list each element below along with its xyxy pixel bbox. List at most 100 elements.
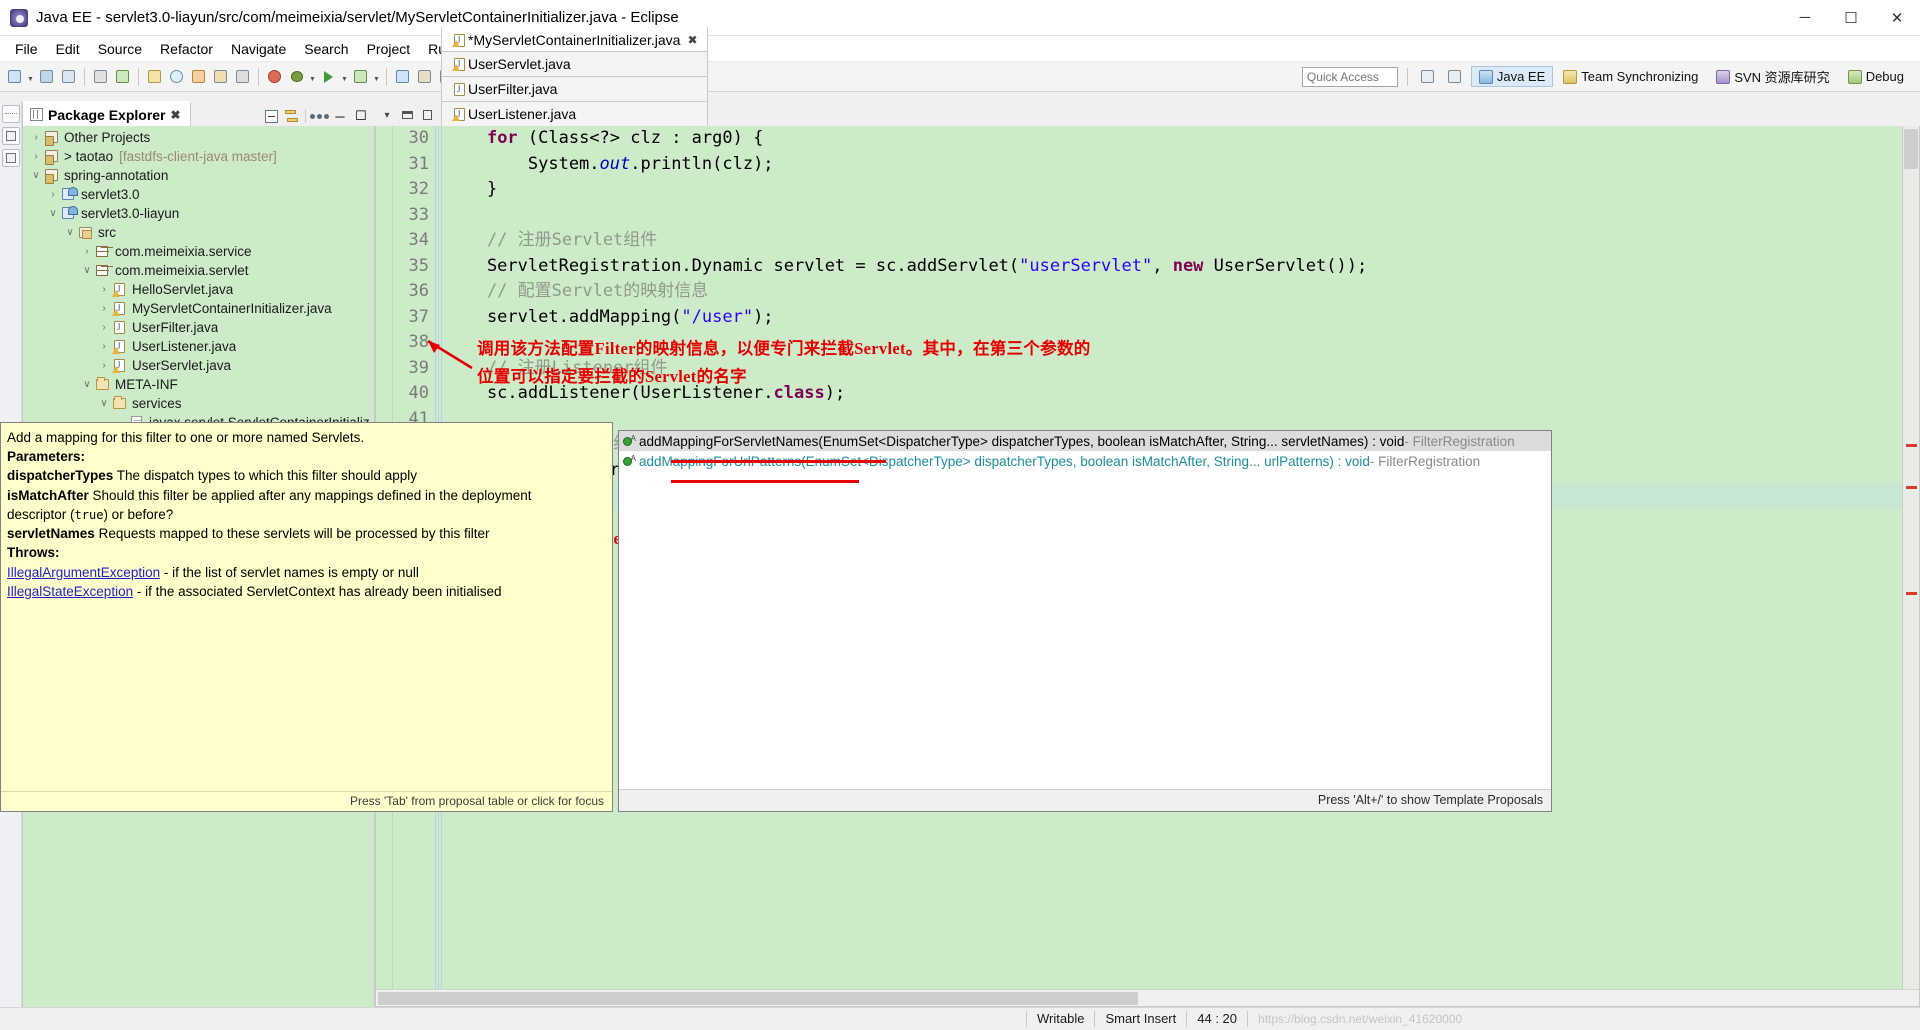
new-dropdown-arrow[interactable]: ▼	[26, 66, 35, 88]
code-line[interactable]: ServletRegistration.Dynamic servlet = sc…	[446, 254, 1901, 280]
proposal-list[interactable]: AaddMappingForServletNames(EnumSet<Dispa…	[619, 431, 1551, 471]
tree-item-userlistener.java[interactable]: › UserListener.java	[23, 337, 374, 356]
minimize-editor-icon[interactable]	[401, 109, 413, 121]
twisty-icon[interactable]: ›	[97, 284, 111, 295]
code-line[interactable]: System.out.println(clz);	[446, 152, 1901, 178]
close-button[interactable]: ✕	[1874, 0, 1920, 36]
twisty-icon[interactable]: ›	[97, 341, 111, 352]
code-line[interactable]	[446, 407, 1901, 433]
publish-icon[interactable]	[112, 66, 133, 88]
run-external-icon[interactable]	[350, 66, 371, 88]
twisty-icon[interactable]: ›	[80, 246, 94, 257]
build-icon[interactable]	[144, 66, 165, 88]
collapse-all-icon[interactable]	[263, 108, 279, 124]
run-dropdown-arrow[interactable]: ▼	[340, 66, 349, 88]
minimize-view-icon[interactable]: ─	[332, 108, 348, 124]
tree-item-src[interactable]: ∨ src	[23, 223, 374, 242]
perspective-svn[interactable]: SVN 资源库研究	[1708, 64, 1837, 89]
editor-tab-myservletcontainerinitializer.java[interactable]: *MyServletContainerInitializer.java ✖	[441, 26, 708, 51]
twisty-icon[interactable]: ∨	[97, 398, 111, 409]
tree-item-userfilter.java[interactable]: › UserFilter.java	[23, 318, 374, 337]
horizontal-scrollbar-thumb[interactable]	[378, 992, 1138, 1005]
new-icon[interactable]	[4, 66, 25, 88]
tree-item-userservlet.java[interactable]: › UserServlet.java	[23, 356, 374, 375]
tree-item-com.meimeixia.service[interactable]: › com.meimeixia.service	[23, 242, 374, 261]
tree-item--taotao[interactable]: › > taotao [fastdfs-client-java master]	[23, 147, 374, 166]
external-dropdown-arrow[interactable]: ▼	[372, 66, 381, 88]
twisty-icon[interactable]: ∨	[80, 265, 94, 276]
close-icon[interactable]: ✖	[171, 108, 181, 122]
perspective-java-ee[interactable]: Java EE	[1470, 66, 1554, 87]
quickfix-icon[interactable]	[210, 66, 231, 88]
perspective-debug[interactable]: Debug	[1840, 66, 1912, 87]
proposal-item[interactable]: AaddMappingForServletNames(EnumSet<Dispa…	[619, 431, 1551, 451]
twisty-icon[interactable]: ›	[29, 151, 43, 162]
twisty-icon[interactable]: ›	[97, 360, 111, 371]
debug-dropdown-arrow[interactable]: ▼	[308, 66, 317, 88]
package-explorer-shortcut-icon[interactable]	[1, 127, 20, 145]
editor-tab-userfilter.java[interactable]: UserFilter.java	[441, 76, 708, 101]
error-marker[interactable]	[1906, 486, 1917, 489]
run-icon[interactable]	[318, 66, 339, 88]
code-line[interactable]: }	[446, 177, 1901, 203]
tab-package-explorer[interactable]: Package Explorer ✖	[22, 101, 191, 126]
code-line[interactable]: for (Class<?> clz : arg0) {	[446, 126, 1901, 152]
twisty-icon[interactable]: ›	[97, 303, 111, 314]
twisty-icon[interactable]: ∨	[63, 227, 77, 238]
menu-refactor[interactable]: Refactor	[151, 38, 222, 60]
save-icon[interactable]	[36, 66, 57, 88]
tree-item-spring-annotation[interactable]: ∨ spring-annotation	[23, 166, 374, 185]
restore-perspective-icon[interactable]	[1, 105, 20, 123]
skip-breakpoints-icon[interactable]	[264, 66, 285, 88]
tree-item-servlet3.0-liayun[interactable]: ∨ servlet3.0-liayun	[23, 204, 374, 223]
menu-file[interactable]: File	[6, 38, 47, 60]
print-icon[interactable]	[90, 66, 111, 88]
menu-edit[interactable]: Edit	[47, 38, 89, 60]
tree-item-helloservlet.java[interactable]: › HelloServlet.java	[23, 280, 374, 299]
last-edit-icon[interactable]	[232, 66, 253, 88]
code-line[interactable]: servlet.addMapping("/user");	[446, 305, 1901, 331]
close-icon[interactable]: ✖	[687, 33, 697, 47]
twisty-icon[interactable]: ∨	[80, 379, 94, 390]
minimize-button[interactable]: ─	[1782, 0, 1828, 36]
tree-item-com.meimeixia.servlet[interactable]: ∨ com.meimeixia.servlet	[23, 261, 374, 280]
search-icon[interactable]	[166, 66, 187, 88]
chevron-down-icon[interactable]: ▾	[381, 109, 393, 121]
debug-icon[interactable]	[286, 66, 307, 88]
tree-item-servlet3.0[interactable]: › servlet3.0	[23, 185, 374, 204]
editor-tab-userlistener.java[interactable]: UserListener.java	[441, 101, 708, 126]
twisty-icon[interactable]: ›	[29, 132, 43, 143]
twisty-icon[interactable]: ∨	[29, 170, 43, 181]
tree-item-services[interactable]: ∨ services	[23, 394, 374, 413]
code-line[interactable]: // 注册Servlet组件	[446, 228, 1901, 254]
horizontal-scrollbar[interactable]	[376, 989, 1919, 1006]
content-assist-popup[interactable]: AaddMappingForServletNames(EnumSet<Dispa…	[618, 430, 1552, 812]
show-view-icon[interactable]	[1444, 66, 1465, 88]
editor-overview-ruler[interactable]	[1902, 126, 1919, 989]
editor-tab-userservlet.java[interactable]: UserServlet.java	[441, 51, 708, 76]
twisty-icon[interactable]: ›	[46, 189, 60, 200]
error-marker[interactable]	[1906, 444, 1917, 447]
exception-link[interactable]: IllegalStateException	[7, 584, 133, 599]
new-java-project-icon[interactable]	[392, 66, 413, 88]
twisty-icon[interactable]: ∨	[46, 208, 60, 219]
maximize-view-icon[interactable]: ☐	[353, 108, 369, 124]
quick-access-input[interactable]	[1301, 66, 1398, 87]
tree-item-other-projects[interactable]: › Other Projects	[23, 128, 374, 147]
code-line[interactable]	[446, 203, 1901, 229]
tree-item-myservletcontainerinitializer.java[interactable]: › MyServletContainerInitializer.java	[23, 299, 374, 318]
view-menu-icon[interactable]	[309, 108, 329, 124]
link-with-editor-icon[interactable]	[284, 108, 300, 124]
menu-navigate[interactable]: Navigate	[222, 38, 295, 60]
exception-link[interactable]: IllegalArgumentException	[7, 565, 160, 580]
menu-source[interactable]: Source	[89, 38, 151, 60]
tree-item-meta-inf[interactable]: ∨ META-INF	[23, 375, 374, 394]
error-marker[interactable]	[1906, 592, 1917, 595]
open-perspective-icon[interactable]	[1417, 66, 1438, 88]
save-all-icon[interactable]	[58, 66, 79, 88]
maximize-button[interactable]: ☐	[1828, 0, 1874, 36]
code-line[interactable]: // 配置Servlet的映射信息	[446, 279, 1901, 305]
maximize-editor-icon[interactable]	[421, 109, 433, 121]
outline-shortcut-icon[interactable]	[1, 149, 20, 167]
menu-project[interactable]: Project	[358, 38, 420, 60]
